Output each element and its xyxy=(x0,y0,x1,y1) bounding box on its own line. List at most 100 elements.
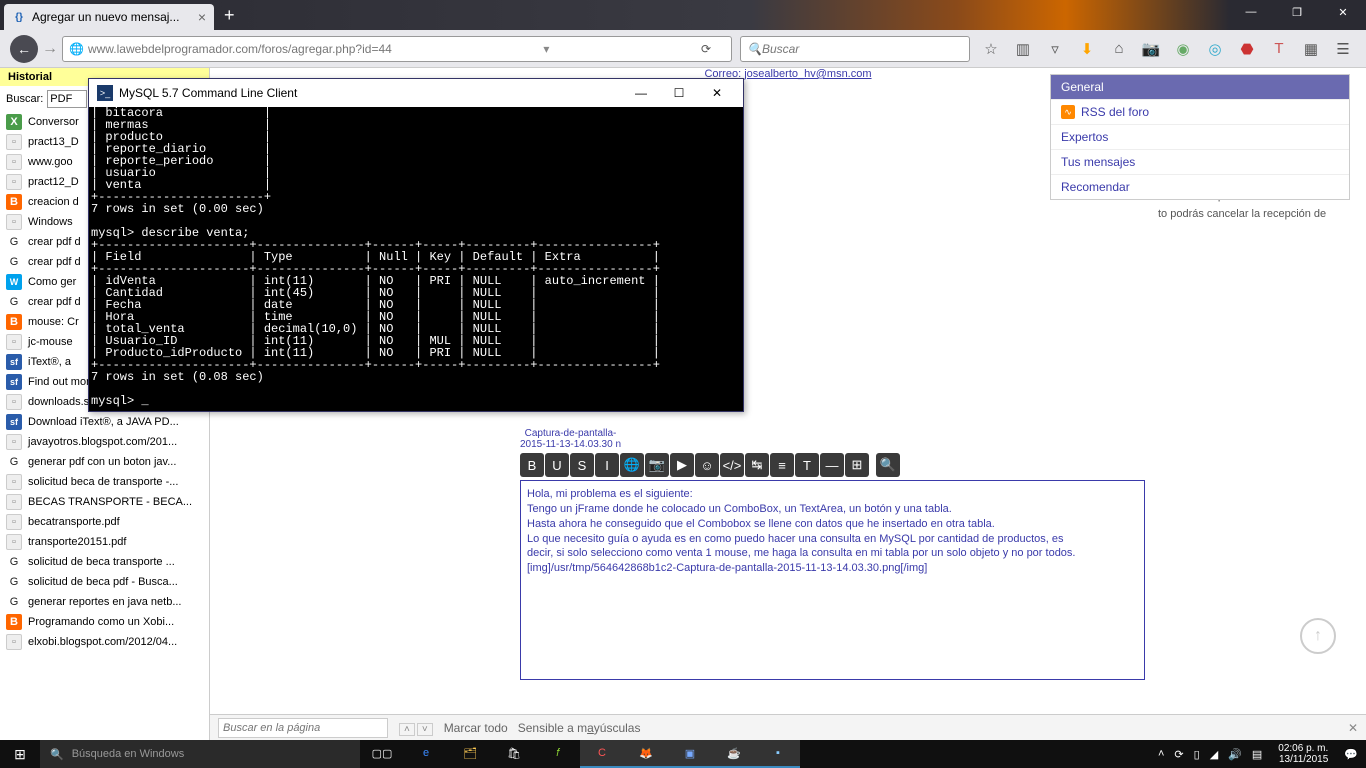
editor-tool-14[interactable]: 🔍 xyxy=(876,453,900,477)
history-item[interactable]: ▫BECAS TRANSPORTE - BECA... xyxy=(0,492,209,512)
search-bar[interactable]: 🔍 Buscar xyxy=(740,36,970,62)
store-app[interactable]: 🛍 xyxy=(492,740,536,768)
start-button[interactable]: ⊞ xyxy=(0,746,40,763)
history-label: BECAS TRANSPORTE - BECA... xyxy=(28,496,192,508)
history-item[interactable]: Gsolicitud de beca pdf - Busca... xyxy=(0,572,209,592)
history-favicon: G xyxy=(6,594,22,610)
history-item[interactable]: Gsolicitud de beca transporte ... xyxy=(0,552,209,572)
firefox-app[interactable]: 🦊 xyxy=(624,740,668,768)
find-prev[interactable]: ˄ xyxy=(399,723,415,736)
notifications-icon[interactable]: 💬 xyxy=(1344,748,1358,761)
editor-tool-7[interactable]: ☺ xyxy=(695,453,719,477)
new-tab-button[interactable]: + xyxy=(224,5,235,26)
taskbar-clock[interactable]: 02:06 p. m. 13/11/2015 xyxy=(1272,743,1334,765)
reading-list-icon[interactable]: ▥ xyxy=(1014,40,1032,58)
tray-sync-icon[interactable]: ⟳ xyxy=(1174,748,1183,761)
history-item[interactable]: Ggenerar reportes en java netb... xyxy=(0,592,209,612)
editor-tool-10[interactable]: ≡ xyxy=(770,453,794,477)
history-label: iText®, a xyxy=(28,356,71,368)
history-label: Download iText®, a JAVA PD... xyxy=(28,416,179,428)
back-button[interactable]: ← xyxy=(10,35,38,63)
app1[interactable]: 𝑓 xyxy=(536,740,580,768)
cmd-minimize[interactable]: — xyxy=(623,82,659,104)
search-placeholder: Buscar xyxy=(762,42,799,56)
taskbar-search[interactable]: 🔍 Búsqueda en Windows xyxy=(40,740,360,768)
case-sensitive-label[interactable]: Sensible a mayúsculas xyxy=(518,721,641,735)
history-favicon: G xyxy=(6,454,22,470)
window-maximize-button[interactable]: ❐ xyxy=(1274,0,1320,24)
editor-tool-4[interactable]: 🌐 xyxy=(620,453,644,477)
task-view-button[interactable]: ▢▢ xyxy=(360,740,404,768)
home-icon[interactable]: ⌂ xyxy=(1110,40,1128,58)
taskbar: ⊞ 🔍 Búsqueda en Windows ▢▢ e 🗂 🛍 𝑓 C 🦊 ▣… xyxy=(0,740,1366,768)
text-tool-icon[interactable]: T xyxy=(1270,40,1288,58)
editor-tool-5[interactable]: 📷 xyxy=(645,453,669,477)
tray-volume-icon[interactable]: 🔊 xyxy=(1228,748,1242,761)
sidebar-search-input[interactable] xyxy=(47,90,87,108)
reload-button[interactable]: ⟳ xyxy=(701,42,725,56)
history-item[interactable]: BProgramando como un Xobi... xyxy=(0,612,209,632)
window-close-button[interactable]: ✕ xyxy=(1320,0,1366,24)
mensajes-link[interactable]: Tus mensajes xyxy=(1051,149,1349,174)
explorer-app[interactable]: 🗂 xyxy=(448,740,492,768)
cmd-titlebar[interactable]: >_ MySQL 5.7 Command Line Client — ☐ ✕ xyxy=(89,79,743,107)
shield-icon[interactable]: ▦ xyxy=(1302,40,1320,58)
editor-tool-9[interactable]: ↹ xyxy=(745,453,769,477)
history-item[interactable]: ▫elxobi.blogspot.com/2012/04... xyxy=(0,632,209,652)
image-caption: Captura-de-pantalla-2015-11-13-14.03.30 … xyxy=(520,428,621,450)
editor-tool-11[interactable]: T xyxy=(795,453,819,477)
tray-wifi-icon[interactable]: ◢ xyxy=(1210,748,1218,761)
history-label: solicitud beca de transporte -... xyxy=(28,476,178,488)
editor-tool-3[interactable]: I xyxy=(595,453,619,477)
editor-tool-13[interactable]: ⊞ xyxy=(845,453,869,477)
editor-tool-2[interactable]: S xyxy=(570,453,594,477)
history-item[interactable]: Ggenerar pdf con un boton jav... xyxy=(0,452,209,472)
history-item[interactable]: ▫solicitud beca de transporte -... xyxy=(0,472,209,492)
tab-close-icon[interactable]: × xyxy=(198,9,206,25)
cmd-window[interactable]: >_ MySQL 5.7 Command Line Client — ☐ ✕ |… xyxy=(88,78,744,412)
scroll-top-button[interactable]: ↑ xyxy=(1300,618,1336,654)
tray-battery-icon[interactable]: ▯ xyxy=(1194,748,1200,761)
mark-all-label[interactable]: Marcar todo xyxy=(444,721,508,735)
editor-tool-12[interactable]: — xyxy=(820,453,844,477)
mysql-cmd-app[interactable]: ▪ xyxy=(756,740,800,768)
tray-chevron-icon[interactable]: ˄ xyxy=(1158,748,1164,760)
cmd-maximize[interactable]: ☐ xyxy=(661,82,697,104)
find-next[interactable]: ˅ xyxy=(417,723,433,736)
pocket-icon[interactable]: ▿ xyxy=(1046,40,1064,58)
history-label: becatransporte.pdf xyxy=(28,516,120,528)
message-editor[interactable]: Hola, mi problema es el siguiente:Tengo … xyxy=(520,480,1145,680)
downloads-icon[interactable]: ⬇ xyxy=(1078,40,1096,58)
history-item[interactable]: sfDownload iText®, a JAVA PD... xyxy=(0,412,209,432)
recomendar-link[interactable]: Recomendar xyxy=(1051,174,1349,199)
edge-app[interactable]: e xyxy=(404,740,448,768)
browser-navbar: ← → 🌐 www.lawebdelprogramador.com/foros/… xyxy=(0,30,1366,68)
find-input[interactable] xyxy=(218,718,388,738)
expertos-link[interactable]: Expertos xyxy=(1051,124,1349,149)
tray-lang-icon[interactable]: ▤ xyxy=(1252,748,1262,761)
find-close[interactable]: ✕ xyxy=(1348,721,1358,735)
adblock-icon[interactable]: ⬣ xyxy=(1238,40,1256,58)
java-app[interactable]: ☕ xyxy=(712,740,756,768)
addon2-icon[interactable]: ◎ xyxy=(1206,40,1224,58)
menu-icon[interactable]: ☰ xyxy=(1334,40,1352,58)
history-favicon: ▫ xyxy=(6,154,22,170)
rss-link[interactable]: ∿RSS del foro xyxy=(1051,99,1349,124)
history-item[interactable]: ▫becatransporte.pdf xyxy=(0,512,209,532)
cmd-close[interactable]: ✕ xyxy=(699,82,735,104)
history-item[interactable]: ▫transporte20151.pdf xyxy=(0,532,209,552)
editor-tool-6[interactable]: ▶ xyxy=(670,453,694,477)
url-bar[interactable]: 🌐 www.lawebdelprogramador.com/foros/agre… xyxy=(62,36,732,62)
editor-tool-1[interactable]: U xyxy=(545,453,569,477)
history-label: generar pdf con un boton jav... xyxy=(28,456,176,468)
addon-icon[interactable]: ◉ xyxy=(1174,40,1192,58)
editor-tool-8[interactable]: </> xyxy=(720,453,744,477)
browser-tab[interactable]: {} Agregar un nuevo mensaj... × xyxy=(4,4,214,30)
ccleaner-app[interactable]: C xyxy=(580,740,624,768)
app2[interactable]: ▣ xyxy=(668,740,712,768)
window-minimize-button[interactable]: — xyxy=(1228,0,1274,24)
bookmark-star-icon[interactable]: ☆ xyxy=(982,40,1000,58)
history-item[interactable]: ▫javayotros.blogspot.com/201... xyxy=(0,432,209,452)
editor-tool-0[interactable]: B xyxy=(520,453,544,477)
screenshot-icon[interactable]: 📷 xyxy=(1142,40,1160,58)
